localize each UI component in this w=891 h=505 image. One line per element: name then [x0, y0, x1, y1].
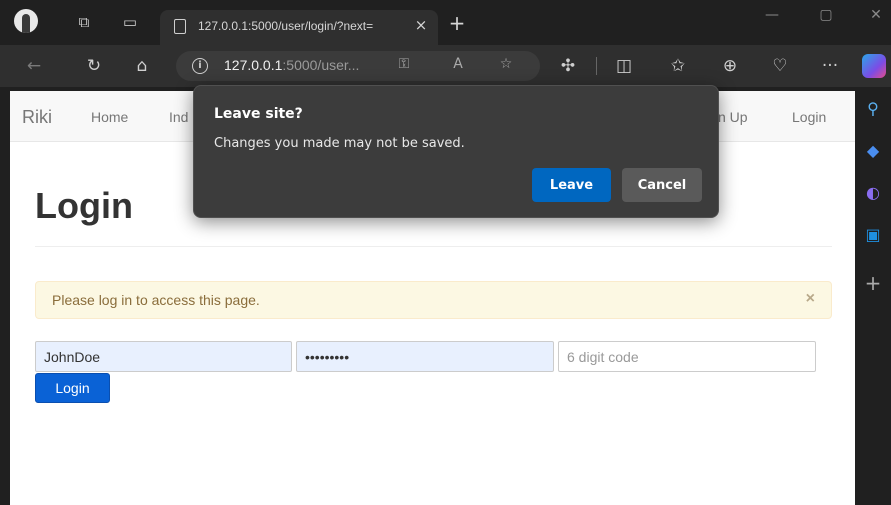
star-icon[interactable]: ☆	[496, 56, 516, 72]
home-icon[interactable]: ⌂	[130, 55, 154, 77]
tab-title: 127.0.0.1:5000/user/login/?next=	[198, 19, 374, 33]
leave-button[interactable]: Leave	[532, 168, 611, 202]
title-divider	[35, 246, 832, 247]
two-factor-code-input[interactable]	[558, 341, 816, 372]
browser-essentials-icon[interactable]: ♡	[768, 55, 792, 77]
nav-home[interactable]: Home	[91, 109, 128, 125]
shopping-tag-icon[interactable]: ◆	[861, 139, 885, 163]
username-input[interactable]	[35, 341, 292, 372]
search-icon[interactable]: ⚲	[861, 97, 885, 121]
cancel-button[interactable]: Cancel	[622, 168, 702, 202]
close-window-icon[interactable]: ✕	[866, 7, 886, 23]
nav-login[interactable]: Login	[792, 109, 826, 125]
toolbar-divider	[596, 57, 597, 75]
nav-signup[interactable]: n Up	[718, 109, 748, 125]
refresh-icon[interactable]: ↻	[82, 55, 106, 77]
document-icon	[174, 19, 186, 34]
warning-alert: Please log in to access this page. ×	[35, 281, 832, 319]
collections-icon[interactable]: ⊕	[718, 55, 742, 77]
alert-close-icon[interactable]: ×	[806, 290, 815, 308]
leave-site-dialog: Leave site? Changes you made may not be …	[193, 85, 719, 218]
back-arrow-icon[interactable]: ←	[22, 55, 46, 77]
favorites-list-icon[interactable]: ✩	[666, 55, 690, 77]
workspaces-icon[interactable]: ⧉	[72, 12, 96, 32]
split-screen-icon[interactable]: ◫	[612, 55, 636, 77]
dialog-title: Leave site?	[214, 106, 303, 122]
maximize-icon[interactable]: ▢	[816, 7, 836, 23]
site-info-icon[interactable]: i	[192, 58, 208, 74]
copilot-app-icon[interactable]: ◐	[861, 181, 885, 205]
alert-message: Please log in to access this page.	[52, 292, 260, 308]
minimize-icon[interactable]: —	[762, 7, 782, 23]
outlook-icon[interactable]: ▣	[861, 223, 885, 247]
address-url[interactable]: 127.0.0.1:5000/user...	[224, 57, 359, 73]
browser-toolbar: ← ↻ ⌂ i 127.0.0.1:5000/user... ⚿ A ☆ ✣ ◫…	[0, 45, 891, 87]
site-brand[interactable]: Riki	[22, 107, 52, 128]
tab-close-icon[interactable]: ×	[412, 16, 430, 34]
address-bar[interactable]: i 127.0.0.1:5000/user... ⚿ A ☆	[176, 51, 540, 81]
read-aloud-icon[interactable]: A	[448, 56, 468, 72]
tab-active[interactable]: 127.0.0.1:5000/user/login/?next= ×	[160, 10, 438, 45]
more-icon[interactable]: ···	[818, 55, 842, 77]
copilot-icon[interactable]	[862, 54, 886, 78]
browser-tab-bar: ⧉ ▭ 127.0.0.1:5000/user/login/?next= × +…	[0, 0, 891, 45]
browser-sidebar: ⚲ ◆ ◐ ▣ +	[855, 87, 891, 505]
nav-index[interactable]: Ind	[169, 109, 188, 125]
add-sidebar-app-icon[interactable]: +	[861, 271, 885, 295]
login-button[interactable]: Login	[35, 373, 110, 403]
new-tab-button[interactable]: +	[446, 11, 468, 35]
password-input[interactable]	[296, 341, 554, 372]
tab-actions-icon[interactable]: ▭	[118, 12, 142, 32]
key-icon[interactable]: ⚿	[394, 56, 414, 72]
page-title: Login	[35, 185, 133, 226]
extensions-icon[interactable]: ✣	[556, 55, 580, 77]
profile-avatar[interactable]	[14, 9, 38, 33]
dialog-message: Changes you made may not be saved.	[214, 136, 465, 151]
